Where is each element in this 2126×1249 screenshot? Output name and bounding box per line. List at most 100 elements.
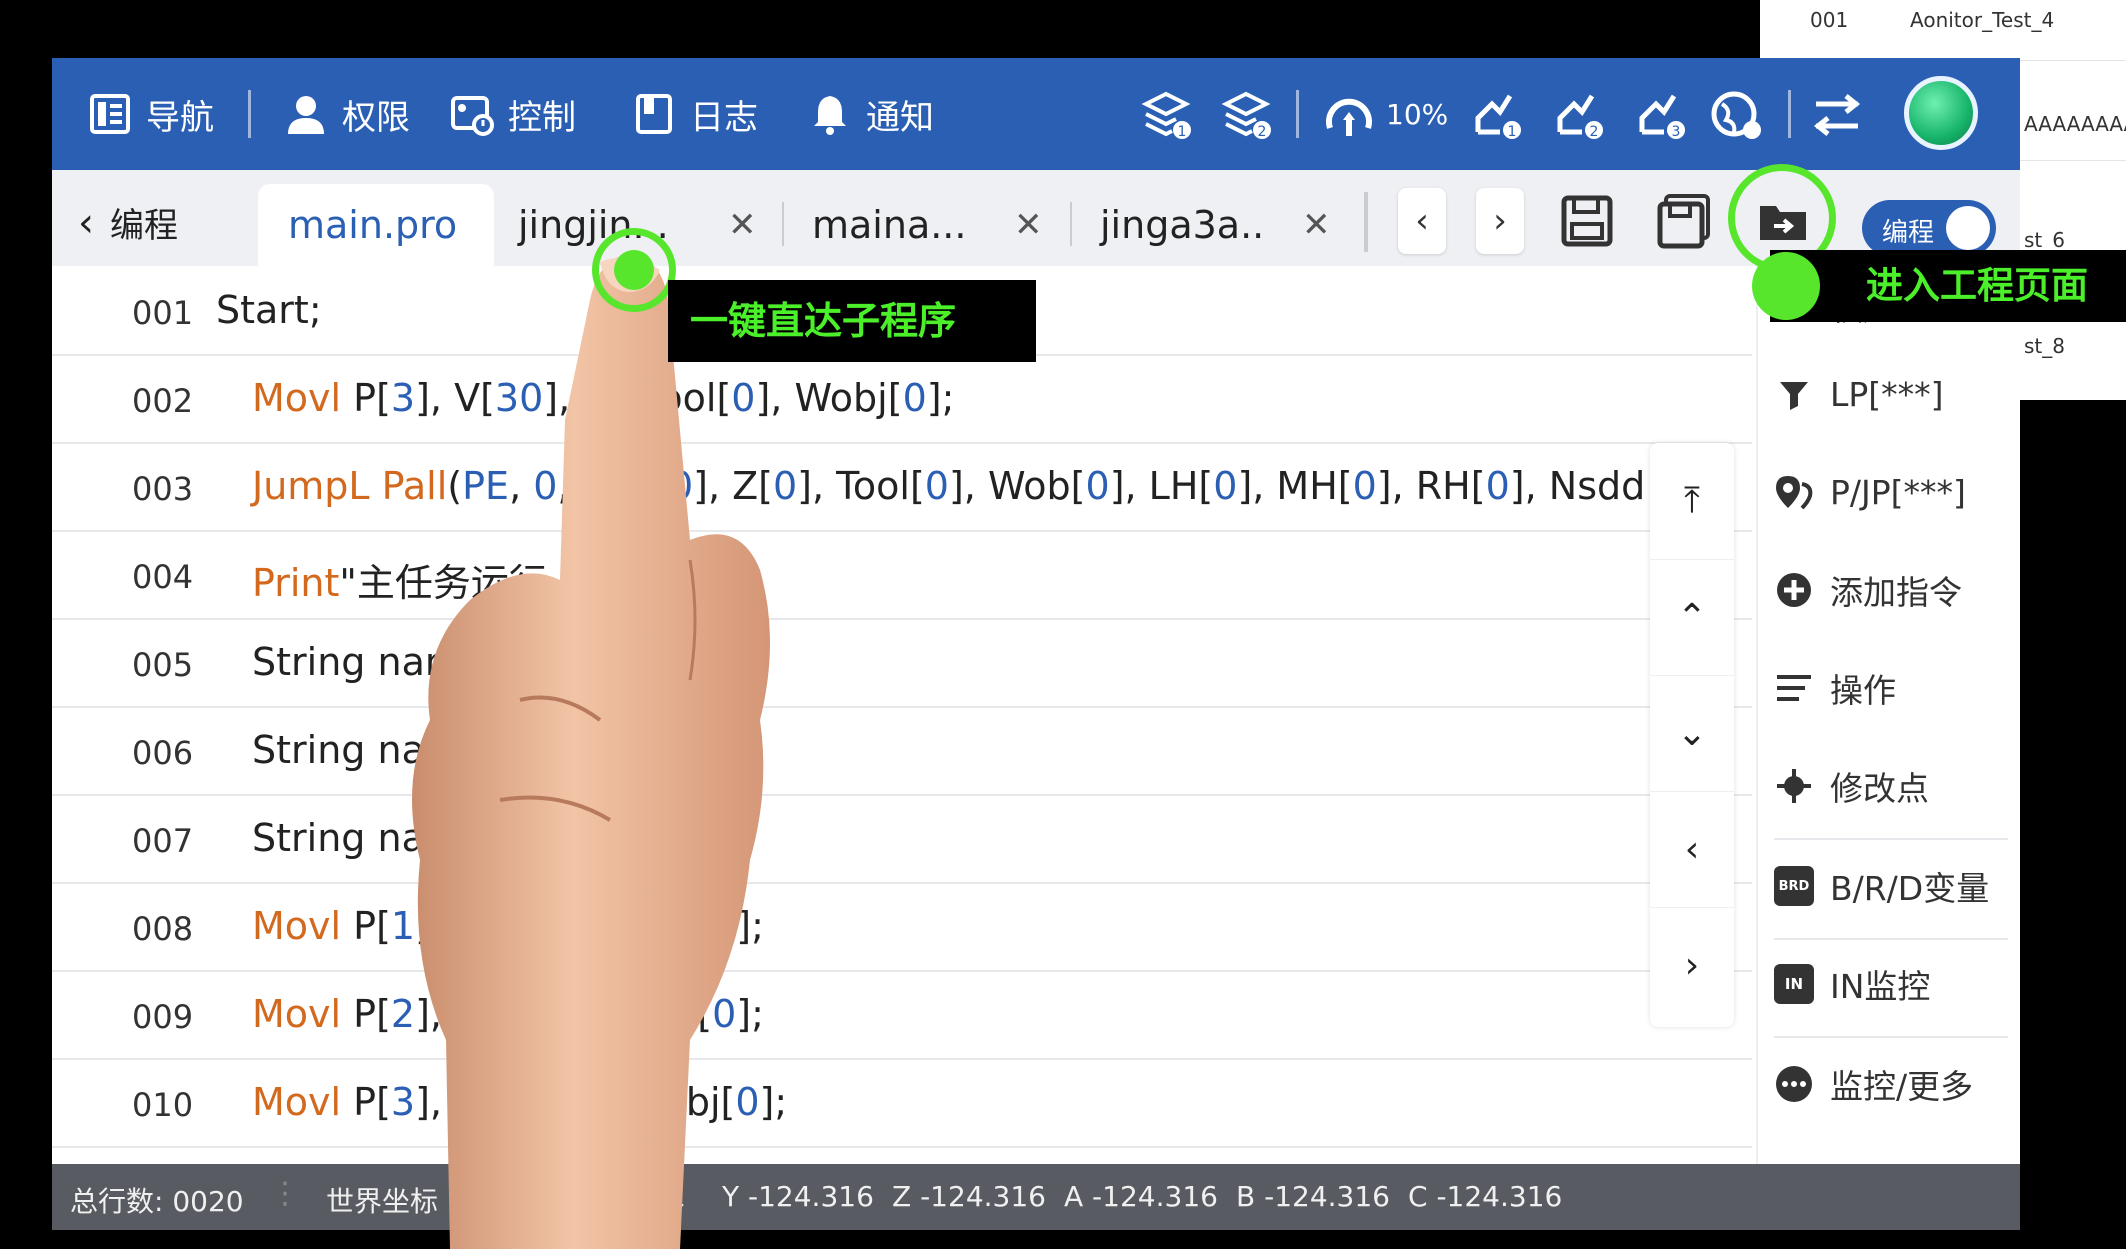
layer-2-icon[interactable]: 2 bbox=[1220, 88, 1274, 142]
step-2-icon[interactable]: 2 bbox=[1552, 88, 1606, 142]
step-3-icon[interactable]: 3 bbox=[1634, 88, 1688, 142]
text-token: String na bbox=[252, 728, 425, 772]
crosshair-icon bbox=[1774, 766, 1814, 806]
text-token: P[ bbox=[341, 904, 391, 948]
sidebar-item-label: 监控/更多 bbox=[1830, 1067, 1974, 1106]
sidebar-item-lp[interactable]: LP[***] bbox=[1774, 364, 1944, 424]
layer-1-icon[interactable]: 1 bbox=[1140, 88, 1194, 142]
number-token: 0 bbox=[731, 376, 756, 420]
code-text: Start; bbox=[216, 288, 322, 332]
code-line[interactable]: 002 Movl P[3], V[30], Z[0 ool[0], Wobj[0]… bbox=[52, 354, 1752, 444]
sidebar-item-modify-point[interactable]: 修改点 bbox=[1774, 756, 1929, 816]
code-text: JumpL Pall(PE, 0, 0, [30], Z[0], Tool[0]… bbox=[252, 464, 1645, 508]
sidebar-item-label: 修改点 bbox=[1830, 769, 1929, 808]
tab-maina[interactable]: maina... ✕ bbox=[784, 184, 1072, 266]
close-icon[interactable]: ✕ bbox=[728, 205, 757, 245]
code-editor[interactable]: 001 Start; 002 Movl P[3], V[30], Z[0 ool[0]… bbox=[52, 266, 1752, 1166]
sidebar-item-in-monitor[interactable]: IN IN监控 bbox=[1774, 954, 1930, 1014]
code-text: String nam bbox=[252, 640, 462, 684]
more-icon bbox=[1774, 1064, 1814, 1104]
number-token: 30 bbox=[494, 376, 544, 420]
code-text: Print"主任务运行 bbox=[252, 552, 547, 607]
globe-icon[interactable] bbox=[1710, 88, 1764, 142]
scroll-up-button[interactable]: ⌃ bbox=[1650, 559, 1734, 676]
edit-mode-toggle[interactable]: 编程 bbox=[1862, 200, 1996, 256]
scroll-left-button[interactable]: ‹ bbox=[1650, 791, 1734, 908]
close-icon[interactable]: ✕ bbox=[1014, 205, 1043, 245]
number-token: 0 bbox=[902, 376, 927, 420]
speed-gauge-icon[interactable] bbox=[1322, 88, 1376, 142]
number-token: 0 bbox=[1085, 464, 1110, 508]
tab-jinga3a[interactable]: jinga3a.. ✕ bbox=[1072, 184, 1360, 266]
text-token: , bbox=[509, 464, 534, 508]
scroll-down-button[interactable]: ⌄ bbox=[1650, 675, 1734, 792]
to-top-icon: ⤒ bbox=[1684, 480, 1700, 521]
back-label: 编程 bbox=[110, 206, 178, 246]
notify-button[interactable]: 通知 bbox=[808, 86, 934, 142]
text-token: ], Tool[ bbox=[797, 464, 925, 508]
save-as-icon[interactable] bbox=[1656, 192, 1714, 250]
tab-main-pro[interactable]: main.pro bbox=[258, 184, 494, 266]
code-line[interactable]: 004 Print"主任务运行 bbox=[52, 530, 1752, 620]
line-number: 003 bbox=[132, 470, 194, 508]
code-line[interactable]: 005 String nam bbox=[52, 618, 1752, 708]
log-label: 日志 bbox=[690, 97, 758, 138]
number-token: 0 bbox=[1485, 464, 1510, 508]
tab-next-button[interactable]: › bbox=[1476, 188, 1524, 254]
book-icon bbox=[636, 94, 672, 134]
text-token: P[ bbox=[341, 376, 391, 420]
sidebar-item-operation[interactable]: 操作 bbox=[1774, 658, 1896, 718]
row-number: 001 bbox=[1810, 8, 1849, 32]
code-line[interactable]: 003 JumpL Pall(PE, 0, 0, [30], Z[0], Tool… bbox=[52, 442, 1752, 532]
text-token: "主任务运行 bbox=[339, 561, 547, 605]
code-text: Movl P[1], V ol[0], Wobj[0]; bbox=[252, 904, 764, 948]
coord-c: C -124.316 bbox=[1408, 1180, 1563, 1213]
code-line[interactable]: 008 Movl P[1], V ol[0], Wobj[0]; bbox=[52, 882, 1752, 972]
chevron-right-icon: › bbox=[1493, 201, 1507, 241]
divider bbox=[1296, 90, 1299, 138]
list-item: 001 Aonitor_Test_4 bbox=[1760, 0, 2126, 61]
text-token: ], Wobj[ bbox=[565, 904, 713, 948]
permission-button[interactable]: 权限 bbox=[284, 86, 410, 142]
divider bbox=[1774, 938, 2008, 940]
number-token: 3 bbox=[390, 376, 416, 420]
scroll-top-button[interactable]: ⤒ bbox=[1650, 443, 1734, 560]
sidebar-item-monitor-more[interactable]: 监控/更多 bbox=[1774, 1054, 1973, 1114]
status-lamp[interactable] bbox=[1904, 76, 1978, 150]
number-token: 3 bbox=[390, 1080, 416, 1124]
sidebar-item-brd-variables[interactable]: BRD B/R/D变量 bbox=[1774, 856, 1989, 916]
tab-prev-button[interactable]: ‹ bbox=[1398, 188, 1446, 254]
divider: ⋮ bbox=[270, 1176, 300, 1211]
text-token: ], Z[ bbox=[693, 464, 773, 508]
text-token: ], MH[ bbox=[1237, 464, 1353, 508]
save-icon[interactable] bbox=[1558, 192, 1616, 250]
text-token: ], V bbox=[415, 1080, 481, 1124]
scroll-right-button[interactable]: › bbox=[1650, 907, 1734, 1023]
step-1-icon[interactable]: 1 bbox=[1470, 88, 1524, 142]
tab-label: main.pro bbox=[288, 203, 458, 247]
text-token: P[ bbox=[341, 992, 391, 1036]
control-button[interactable]: 控制 bbox=[450, 86, 576, 142]
user-icon bbox=[288, 96, 324, 134]
divider bbox=[1774, 1036, 2008, 1038]
log-button[interactable]: 日志 bbox=[632, 86, 758, 142]
settings-sliders-icon[interactable] bbox=[1810, 88, 1864, 142]
text-token: ], LH[ bbox=[1109, 464, 1214, 508]
code-line[interactable]: 006 String na bbox=[52, 706, 1752, 796]
back-button[interactable]: ‹ 编程 bbox=[78, 198, 178, 247]
nav-button[interactable]: 导航 bbox=[88, 86, 214, 142]
code-line[interactable]: 010 Movl P[3], V ool[0], Wobj[0]; bbox=[52, 1058, 1752, 1148]
sidebar-item-add-command[interactable]: 添加指令 bbox=[1774, 560, 1962, 620]
code-line[interactable]: 007 String nai bbox=[52, 794, 1752, 884]
sidebar-item-label: 添加指令 bbox=[1830, 573, 1962, 612]
divider bbox=[248, 90, 251, 138]
close-icon[interactable]: ✕ bbox=[1302, 205, 1331, 245]
number-token: 0 bbox=[1352, 464, 1377, 508]
code-line[interactable]: 009 Movl P[2], V ol[0], Wobj[0]; bbox=[52, 970, 1752, 1060]
chevron-left-icon: ‹ bbox=[78, 199, 94, 246]
keyword: JumpL Pall bbox=[252, 464, 448, 508]
text-token: , [ bbox=[605, 464, 645, 508]
keyword: Movl bbox=[252, 1080, 342, 1124]
bell-icon bbox=[814, 96, 846, 135]
sidebar-item-pjp[interactable]: P/JP[***] bbox=[1774, 462, 1966, 522]
